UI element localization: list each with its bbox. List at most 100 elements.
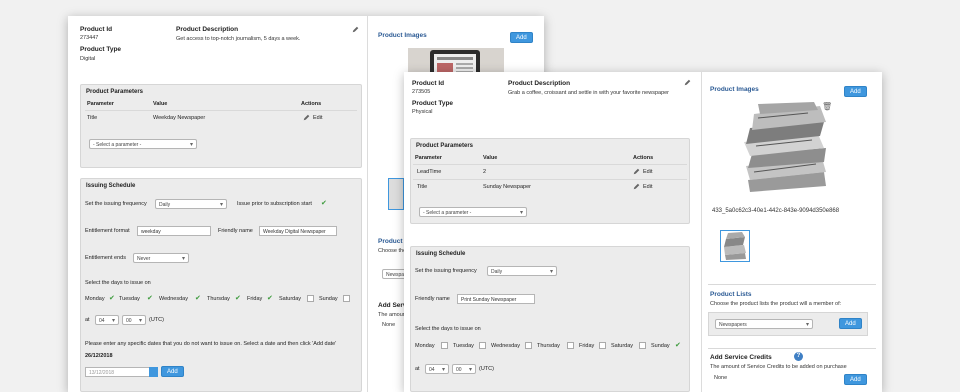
image-thumbnail[interactable] bbox=[720, 230, 750, 262]
front-product-type-label: Product Type bbox=[412, 100, 454, 107]
back-description: Get access to top-notch journalism, 5 da… bbox=[176, 36, 301, 42]
divider bbox=[708, 284, 876, 285]
back-day-tuesday: Tuesday bbox=[119, 296, 140, 302]
back-ent-ends-select[interactable]: Never bbox=[133, 253, 189, 263]
front-monday-checkbox[interactable] bbox=[441, 342, 448, 349]
front-days-label: Select the days to issue on bbox=[415, 326, 481, 332]
back-days-label: Select the days to issue on bbox=[85, 280, 151, 286]
front-param-row-value[interactable]: 2 bbox=[483, 169, 486, 175]
back-excluded-date: 26/12/2018 bbox=[85, 353, 113, 359]
back-day-wednesday: Wednesday bbox=[159, 296, 188, 302]
front-image-id: 433_5a0c62c3-40e1-442c-843e-9094d350e868 bbox=[712, 208, 840, 214]
front-lists-title: Product Lists bbox=[710, 291, 752, 298]
back-prior-label: Issue prior to subscription start bbox=[237, 201, 312, 207]
front-day-sunday: Sunday bbox=[651, 343, 670, 349]
pencil-icon[interactable] bbox=[633, 183, 640, 190]
check-icon[interactable]: ✔ bbox=[267, 295, 273, 302]
front-credits-help: The amount of Service Credits to be adde… bbox=[710, 364, 847, 370]
front-param-row-parameter: Title bbox=[417, 184, 428, 190]
back-product-type-label: Product Type bbox=[80, 46, 122, 53]
back-param-edit-link[interactable]: Edit bbox=[313, 115, 322, 121]
front-edit-description-icon[interactable] bbox=[684, 79, 691, 86]
back-param-header-value: Value bbox=[153, 101, 168, 107]
help-icon[interactable]: ? bbox=[794, 352, 803, 361]
front-tz-label: (UTC) bbox=[479, 366, 494, 372]
back-parameter-select[interactable]: - Select a parameter - bbox=[89, 139, 197, 149]
back-sunday-checkbox[interactable] bbox=[343, 295, 350, 302]
check-icon[interactable]: ✔ bbox=[109, 295, 115, 302]
pencil-icon[interactable] bbox=[633, 168, 640, 175]
trash-icon[interactable]: 🗑 bbox=[822, 102, 832, 111]
back-hour-select[interactable]: 04 bbox=[95, 315, 119, 325]
front-frequency-select[interactable]: Daily bbox=[487, 266, 557, 276]
back-images-title: Product Images bbox=[378, 32, 427, 39]
front-saturday-checkbox[interactable] bbox=[639, 342, 646, 349]
back-main-panel: Product Id 273447 Product Type Digital P… bbox=[68, 16, 368, 392]
front-param-edit-link[interactable]: Edit bbox=[643, 169, 652, 175]
back-ent-ends-label: Entitlement ends bbox=[85, 255, 126, 261]
front-lists-panel: Newspapers Add bbox=[708, 312, 868, 336]
back-ent-format-input[interactable]: weekday bbox=[137, 226, 211, 236]
front-schedule-section: Issuing Schedule Set the issuing frequen… bbox=[410, 246, 690, 392]
back-frequency-select[interactable]: Daily bbox=[155, 199, 227, 209]
back-product-id-label: Product Id bbox=[80, 26, 113, 33]
front-lists-select[interactable]: Newspapers bbox=[715, 319, 813, 329]
front-credits-add-button[interactable]: Add bbox=[844, 374, 867, 385]
back-lists-help: Choose the bbox=[378, 248, 407, 254]
front-param-header-value: Value bbox=[483, 155, 498, 161]
front-day-wednesday: Wednesday bbox=[491, 343, 520, 349]
back-product-type: Digital bbox=[80, 56, 96, 62]
back-minute-select[interactable]: 00 bbox=[122, 315, 146, 325]
front-wednesday-checkbox[interactable] bbox=[525, 342, 532, 349]
front-add-image-button[interactable]: Add bbox=[844, 86, 867, 97]
front-sunday-check-icon[interactable]: ✔ bbox=[675, 342, 681, 349]
back-edit-description-icon[interactable] bbox=[352, 26, 359, 33]
back-friendly-label: Friendly name bbox=[218, 228, 253, 234]
front-parameter-select[interactable]: - Select a parameter - bbox=[419, 207, 527, 217]
back-day-sunday: Sunday bbox=[319, 296, 338, 302]
front-product-id: 273505 bbox=[412, 89, 431, 95]
front-thursday-checkbox[interactable] bbox=[567, 342, 574, 349]
image-thumbnail[interactable] bbox=[388, 178, 404, 210]
front-param-row-value[interactable]: Sunday Newspaper bbox=[483, 184, 531, 190]
back-prior-check-icon[interactable]: ✔ bbox=[321, 200, 327, 207]
pencil-icon[interactable] bbox=[303, 114, 310, 121]
front-description-label: Product Description bbox=[508, 80, 571, 87]
divider bbox=[413, 164, 687, 165]
back-param-header-actions: Actions bbox=[301, 101, 322, 107]
back-exclude-label: Please enter any specific dates that you… bbox=[85, 341, 337, 347]
front-day-thursday: Thursday bbox=[537, 343, 560, 349]
divider bbox=[85, 110, 357, 111]
front-credits-value: None bbox=[714, 375, 728, 381]
front-friendly-input[interactable]: Print Sunday Newspaper bbox=[457, 294, 535, 304]
calendar-icon[interactable] bbox=[149, 367, 158, 377]
back-at-label: at bbox=[85, 317, 90, 323]
front-minute-select[interactable]: 00 bbox=[452, 364, 476, 374]
back-parameters-section: Product Parameters Parameter Value Actio… bbox=[80, 84, 362, 168]
front-param-edit-link[interactable]: Edit bbox=[643, 184, 652, 190]
front-credits-title: Add Service Credits bbox=[710, 354, 772, 361]
back-day-saturday: Saturday bbox=[279, 296, 302, 302]
back-lists-title: Product bbox=[378, 238, 403, 245]
back-tz-label: (UTC) bbox=[149, 317, 164, 323]
back-saturday-checkbox[interactable] bbox=[307, 295, 314, 302]
back-param-row-value[interactable]: Weekday Newspaper bbox=[153, 115, 205, 121]
check-icon[interactable]: ✔ bbox=[195, 295, 201, 302]
back-credits-help: The amount bbox=[378, 312, 408, 318]
front-hour-select[interactable]: 04 bbox=[425, 364, 449, 374]
check-icon[interactable]: ✔ bbox=[235, 295, 241, 302]
back-date-input[interactable]: 13/12/2018 bbox=[85, 367, 153, 377]
back-friendly-input[interactable]: Weekday Digital Newspaper bbox=[259, 226, 337, 236]
back-parameters-title: Product Parameters bbox=[86, 89, 144, 95]
front-frequency-label: Set the issuing frequency bbox=[415, 268, 477, 274]
check-icon[interactable]: ✔ bbox=[147, 295, 153, 302]
front-param-row-parameter: LeadTime bbox=[417, 169, 442, 175]
front-lists-add-button[interactable]: Add bbox=[839, 318, 862, 329]
front-tuesday-checkbox[interactable] bbox=[479, 342, 486, 349]
front-friday-checkbox[interactable] bbox=[599, 342, 606, 349]
back-add-image-button[interactable]: Add bbox=[510, 32, 533, 43]
back-add-date-button[interactable]: Add bbox=[161, 366, 184, 377]
back-credits-value: None bbox=[382, 322, 396, 328]
back-day-thursday: Thursday bbox=[207, 296, 230, 302]
back-schedule-section: Issuing Schedule Set the issuing frequen… bbox=[80, 178, 362, 392]
